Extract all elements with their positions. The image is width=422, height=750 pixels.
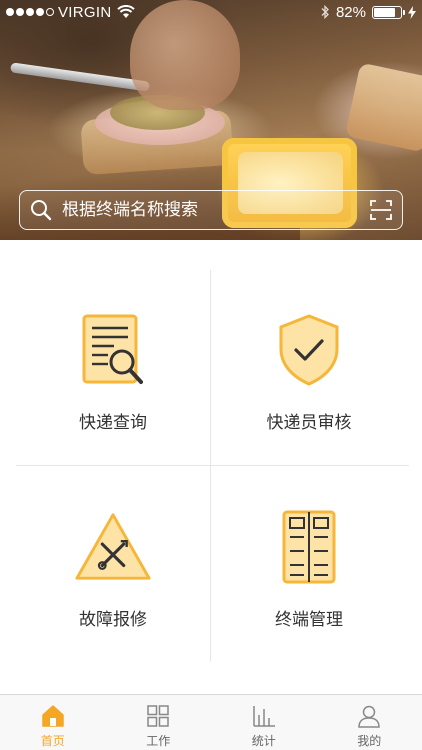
carrier-name: VIRGIN: [58, 3, 112, 21]
terminal-management-button[interactable]: 终端管理: [211, 467, 407, 662]
locker-cabinet-icon: [269, 507, 349, 587]
charging-icon: [408, 5, 416, 19]
battery-icon: [372, 5, 405, 19]
tab-home-label: 首页: [40, 734, 65, 748]
tab-stats-label: 统计: [251, 734, 276, 748]
status-bar: VIRGIN 82%: [0, 0, 422, 24]
bluetooth-icon: [321, 5, 329, 19]
tab-bar: 首页 工作 统计 我的: [0, 694, 422, 750]
shield-check-icon: [269, 310, 349, 390]
search-bar[interactable]: [19, 190, 403, 230]
horizontal-divider: [16, 465, 409, 466]
tab-work[interactable]: 工作: [106, 695, 212, 750]
fault-report-button[interactable]: 故障报修: [15, 467, 211, 662]
warning-tools-icon: [73, 507, 153, 587]
scan-icon[interactable]: [370, 199, 392, 221]
tab-stats[interactable]: 统计: [211, 695, 317, 750]
user-icon: [358, 705, 381, 728]
terminal-management-label: 终端管理: [275, 610, 343, 630]
function-grid: 快递查询 快递员审核 故障报修 终端管理: [0, 270, 422, 662]
fault-report-label: 故障报修: [79, 610, 147, 630]
signal-strength-icon: [6, 8, 54, 16]
document-magnifier-icon: [73, 310, 153, 390]
courier-review-label: 快递员审核: [266, 413, 352, 433]
tab-mine[interactable]: 我的: [317, 695, 422, 750]
search-icon: [31, 200, 52, 221]
tab-home[interactable]: 首页: [0, 695, 106, 750]
tab-work-label: 工作: [146, 734, 171, 748]
grid-icon: [147, 705, 169, 727]
tab-mine-label: 我的: [357, 734, 382, 748]
express-query-label: 快递查询: [79, 413, 147, 433]
search-input[interactable]: [62, 200, 370, 220]
wifi-icon: [117, 5, 136, 18]
hero-sandwich-decoration: [345, 62, 422, 153]
home-icon: [42, 705, 64, 727]
courier-review-button[interactable]: 快递员审核: [211, 270, 407, 465]
express-query-button[interactable]: 快递查询: [15, 270, 211, 465]
battery-percent: 82%: [335, 3, 366, 21]
bar-chart-icon: [253, 706, 275, 727]
hero-knife-decoration: [9, 62, 151, 92]
